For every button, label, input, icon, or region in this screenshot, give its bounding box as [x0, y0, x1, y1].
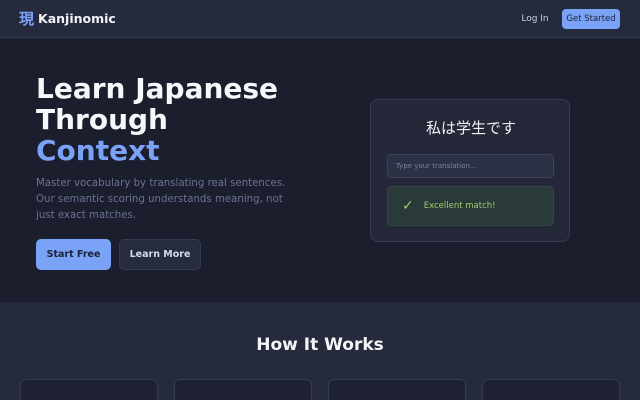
step-card [482, 379, 620, 400]
hero-title-line1: Learn Japanese [36, 72, 279, 105]
step-card [328, 379, 466, 400]
hero-title: Learn Japanese Through Context [36, 73, 336, 166]
translation-demo-card: 私は学生です ✓ Excellent match! [370, 99, 570, 242]
step-card [20, 379, 158, 400]
step-card [174, 379, 312, 400]
how-it-works-section: How It Works [0, 302, 640, 400]
brand-name: Kanjinomic [38, 11, 116, 26]
top-nav: 現 Kanjinomic Log In Get Started [0, 0, 640, 38]
kanji-logo-icon: 現 [19, 10, 35, 28]
check-icon: ✓ [402, 198, 414, 214]
hero-title-accent: Context [36, 134, 160, 167]
hero-section: Learn Japanese Through Context Master vo… [0, 39, 640, 302]
section-title: How It Works [256, 335, 384, 355]
translation-input[interactable] [387, 154, 554, 178]
learn-more-button[interactable]: Learn More [119, 239, 201, 270]
hero-title-line2: Through [36, 103, 168, 136]
feedback-banner: ✓ Excellent match! [387, 186, 554, 226]
brand-logo[interactable]: 現 Kanjinomic [19, 10, 116, 28]
landing-page: 現 Kanjinomic Log In Get Started Learn Ja… [0, 0, 640, 400]
get-started-button[interactable]: Get Started [562, 9, 620, 29]
feedback-text: Excellent match! [423, 201, 496, 211]
japanese-sentence: 私は学生です [425, 119, 516, 137]
start-free-button[interactable]: Start Free [36, 239, 111, 270]
hero-description: Master vocabulary by translating real se… [36, 178, 286, 221]
login-link[interactable]: Log In [516, 11, 554, 27]
